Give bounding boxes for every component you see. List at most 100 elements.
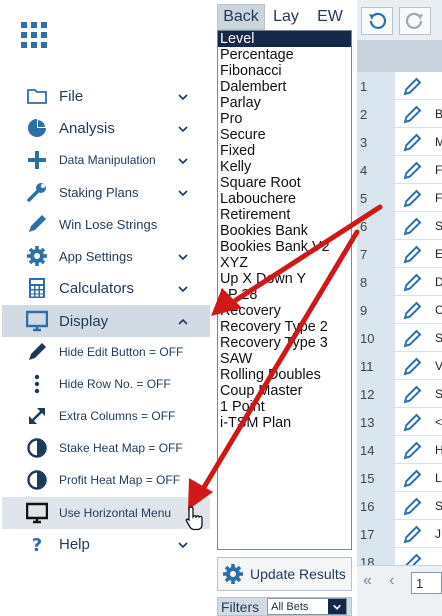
staking-plan-option[interactable]: Pro xyxy=(218,111,351,127)
chevron-down-icon xyxy=(177,250,189,262)
staking-plan-option[interactable]: Dalembert xyxy=(218,79,351,95)
question-icon: ? xyxy=(26,533,48,555)
menu-item-win-lose-strings[interactable]: Win Lose Strings xyxy=(2,209,210,239)
monitor-icon xyxy=(26,310,48,332)
menu-item-app-settings[interactable]: App Settings xyxy=(2,241,210,271)
prev-page-button[interactable]: ‹ xyxy=(389,572,394,590)
menu-item-extra-columns[interactable]: Extra Columns = OFF xyxy=(2,401,210,431)
table-row: 6S xyxy=(357,212,442,240)
menu-item-help[interactable]: ? Help xyxy=(2,529,210,559)
staking-plan-option[interactable]: Labouchere xyxy=(218,191,351,207)
pencil-icon[interactable] xyxy=(401,104,423,124)
pencil-icon[interactable] xyxy=(401,552,423,565)
menu-item-calculators[interactable]: Calculators xyxy=(2,273,210,303)
staking-plan-option[interactable]: Recovery Type 3 xyxy=(218,335,351,351)
pencil-icon[interactable] xyxy=(401,188,423,208)
staking-plan-option[interactable]: Retirement xyxy=(218,207,351,223)
menu-item-display[interactable]: Display xyxy=(2,305,210,337)
staking-plan-option[interactable]: LP 28 xyxy=(218,287,351,303)
menu-item-analysis[interactable]: Analysis xyxy=(2,113,210,143)
staking-plan-option[interactable]: Bookies Bank V2 xyxy=(218,239,351,255)
staking-plan-option[interactable]: Kelly xyxy=(218,159,351,175)
staking-plan-option[interactable]: Recovery xyxy=(218,303,351,319)
staking-plan-option[interactable]: Bookies Bank xyxy=(218,223,351,239)
pencil-icon[interactable] xyxy=(401,524,423,544)
pencil-icon[interactable] xyxy=(401,272,423,292)
tab-ew[interactable]: EW xyxy=(307,4,353,30)
chevron-down-icon xyxy=(177,154,189,166)
update-results-button[interactable]: Update Results xyxy=(217,557,352,591)
row-cell: B xyxy=(435,107,442,121)
pencil-icon[interactable] xyxy=(401,244,423,264)
staking-plan-option[interactable]: Level xyxy=(218,31,351,47)
menu-item-staking-plans[interactable]: Staking Plans xyxy=(2,177,210,207)
filters-select[interactable]: All Bets xyxy=(267,598,348,615)
table-row: 15 L xyxy=(357,464,442,492)
table-row: 7E xyxy=(357,240,442,268)
table-row: 9C xyxy=(357,296,442,324)
staking-plan-option[interactable]: Secure xyxy=(218,127,351,143)
menu-item-data-manipulation[interactable]: Data Manipulation xyxy=(2,145,210,175)
update-results-label: Update Results xyxy=(250,566,346,582)
gear-icon xyxy=(26,245,48,267)
first-page-button[interactable]: « xyxy=(363,572,372,590)
menu-item-profit-heat-map[interactable]: Profit Heat Map = OFF xyxy=(2,465,210,495)
pencil-icon[interactable] xyxy=(401,132,423,152)
staking-plan-option[interactable]: XYZ xyxy=(218,255,351,271)
staking-plan-option[interactable]: Up X Down Y xyxy=(218,271,351,287)
staking-plan-option[interactable]: Percentage xyxy=(218,47,351,63)
menu-item-hide-edit-button[interactable]: Hide Edit Button = OFF xyxy=(2,337,210,367)
staking-plan-option[interactable]: Fibonacci xyxy=(218,63,351,79)
tab-back[interactable]: Back xyxy=(217,4,265,30)
menu-item-label: Staking Plans xyxy=(59,184,139,200)
staking-plan-option[interactable]: Square Root xyxy=(218,175,351,191)
menu-item-stake-heat-map[interactable]: Stake Heat Map = OFF xyxy=(2,433,210,463)
staking-plan-option[interactable]: Coup Master xyxy=(218,383,351,399)
apps-grid-icon[interactable] xyxy=(21,22,47,48)
page-number-input[interactable]: 1 xyxy=(411,572,442,594)
row-number: 9 xyxy=(357,296,395,324)
pencil-icon[interactable] xyxy=(401,76,423,96)
row-cell: C xyxy=(435,303,442,317)
tab-lay[interactable]: Lay xyxy=(265,4,307,30)
pencil-icon[interactable] xyxy=(401,412,423,432)
table-header xyxy=(357,40,442,72)
menu-item-label: Use Horizontal Menu xyxy=(59,506,172,520)
row-cell: V xyxy=(435,359,442,373)
redo-button[interactable] xyxy=(399,7,431,35)
row-cell: E xyxy=(435,247,442,261)
staking-plan-option[interactable]: Fixed xyxy=(218,143,351,159)
pencil-icon[interactable] xyxy=(401,300,423,320)
staking-plan-option[interactable]: 1 Point xyxy=(218,399,351,415)
menu-item-use-horizontal-menu[interactable]: Use Horizontal Menu xyxy=(2,497,210,529)
pencil-icon[interactable] xyxy=(401,440,423,460)
pencil-icon[interactable] xyxy=(401,328,423,348)
pencil-icon[interactable] xyxy=(401,468,423,488)
bets-table: 1 2 B 3 M 4 F 5 F 6 S 7 E 8 D 9 C 10 S 11 V 12 S 13 <14 H 15 L 16 S 17… xyxy=(357,72,442,565)
staking-plan-option[interactable]: i-TSM Plan xyxy=(218,415,351,431)
table-row: 11 V xyxy=(357,352,442,380)
staking-plan-list[interactable]: Level Percentage Fibonacci Dalembert Parlay P… xyxy=(217,30,352,550)
calculator-icon xyxy=(26,277,48,299)
menu-item-hide-row-no[interactable]: Hide Row No. = OFF xyxy=(2,369,210,399)
pencil-icon[interactable] xyxy=(401,160,423,180)
staking-plan-option[interactable]: SAW xyxy=(218,351,351,367)
table-row: 14 H xyxy=(357,436,442,464)
menu-item-file[interactable]: File xyxy=(2,81,210,111)
plus-icon xyxy=(26,149,48,171)
staking-plan-option[interactable]: Recovery Type 2 xyxy=(218,319,351,335)
staking-plan-option[interactable]: Rolling Doubles xyxy=(218,367,351,383)
table-row: 5F xyxy=(357,184,442,212)
pencil-icon[interactable] xyxy=(401,356,423,376)
staking-plan-option[interactable]: Parlay xyxy=(218,95,351,111)
half-circle-icon xyxy=(26,437,48,459)
table-toolbar xyxy=(357,0,442,40)
sidebar-menu: File Analysis Data Manipulation Staking … xyxy=(0,0,211,616)
pencil-icon[interactable] xyxy=(401,216,423,236)
undo-button[interactable] xyxy=(361,7,393,35)
row-number: 4 xyxy=(357,156,395,184)
row-number: 13 xyxy=(357,408,395,436)
row-number: 6 xyxy=(357,212,395,240)
pencil-icon[interactable] xyxy=(401,496,423,516)
pencil-icon[interactable] xyxy=(401,384,423,404)
